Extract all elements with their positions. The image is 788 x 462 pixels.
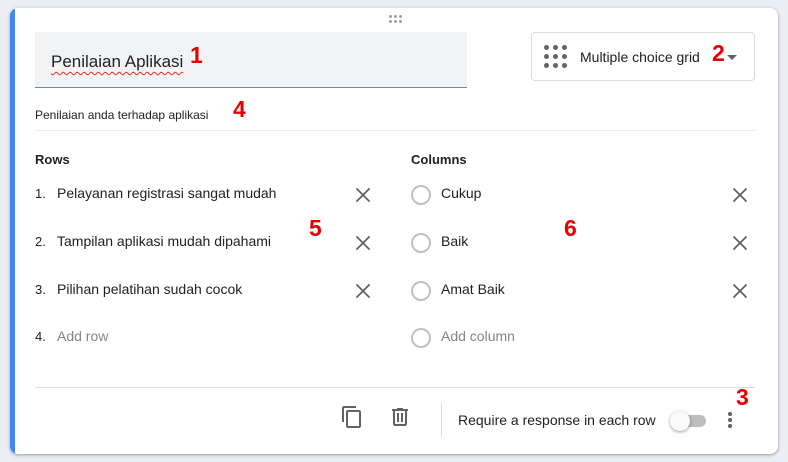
radio-icon (411, 185, 431, 205)
annotation-marker-2: 2 (712, 40, 725, 66)
footer-divider (35, 387, 755, 388)
annotation-marker-4: 4 (233, 96, 246, 122)
close-icon[interactable] (731, 234, 749, 252)
require-response-toggle[interactable] (670, 411, 706, 431)
grid-icon (544, 45, 568, 69)
question-title-text: Penilaian Aplikasi (51, 52, 184, 71)
row-number: 4. (35, 329, 46, 344)
close-icon[interactable] (354, 234, 372, 252)
rows-heading: Rows (35, 152, 70, 167)
active-accent-bar (10, 8, 15, 454)
annotation-marker-6: 6 (564, 215, 577, 241)
question-description[interactable]: Penilaian anda terhadap aplikasi (35, 108, 208, 122)
row-option-3[interactable]: 3. Pilihan pelatihan sudah cocok (35, 279, 355, 303)
question-card: Penilaian Aplikasi Multiple choice grid … (10, 8, 778, 454)
row-option-2[interactable]: 2. Tampilan aplikasi mudah dipahami (35, 231, 355, 255)
add-row-label[interactable]: Add row (57, 328, 108, 344)
more-vert-icon[interactable] (723, 408, 737, 432)
radio-icon (411, 233, 431, 253)
toggle-knob (670, 411, 690, 431)
row-label[interactable]: Pelayanan registrasi sangat mudah (57, 185, 276, 201)
row-option-1[interactable]: 1. Pelayanan registrasi sangat mudah (35, 183, 355, 207)
footer-separator (441, 404, 442, 436)
description-divider (35, 130, 755, 131)
close-icon[interactable] (354, 282, 372, 300)
duplicate-icon[interactable] (340, 405, 364, 429)
delete-icon[interactable] (388, 405, 412, 429)
annotation-marker-1: 1 (190, 42, 203, 68)
column-label[interactable]: Amat Baik (441, 281, 505, 297)
column-option-2[interactable]: Baik (411, 231, 711, 255)
question-type-label: Multiple choice grid (580, 49, 700, 65)
require-response-label: Require a response in each row (458, 412, 656, 428)
row-number: 2. (35, 234, 46, 249)
column-label[interactable]: Cukup (441, 185, 481, 201)
column-option-3[interactable]: Amat Baik (411, 279, 711, 303)
drag-handle-icon[interactable] (388, 14, 404, 24)
radio-icon (411, 328, 431, 348)
question-title-field[interactable]: Penilaian Aplikasi (35, 32, 467, 88)
annotation-marker-5: 5 (309, 215, 322, 241)
column-label[interactable]: Baik (441, 233, 468, 249)
close-icon[interactable] (731, 186, 749, 204)
column-option-1[interactable]: Cukup (411, 183, 711, 207)
row-number: 1. (35, 186, 46, 201)
row-label[interactable]: Pilihan pelatihan sudah cocok (57, 281, 242, 297)
row-number: 3. (35, 282, 46, 297)
add-column-label[interactable]: Add column (441, 328, 515, 344)
columns-heading: Columns (411, 152, 467, 167)
add-column[interactable]: Add column (411, 326, 711, 350)
close-icon[interactable] (731, 282, 749, 300)
radio-icon (411, 281, 431, 301)
annotation-marker-3: 3 (736, 384, 749, 410)
dropdown-arrow-icon (727, 55, 737, 60)
close-icon[interactable] (354, 186, 372, 204)
add-row[interactable]: 4. Add row (35, 326, 355, 350)
row-label[interactable]: Tampilan aplikasi mudah dipahami (57, 233, 271, 249)
